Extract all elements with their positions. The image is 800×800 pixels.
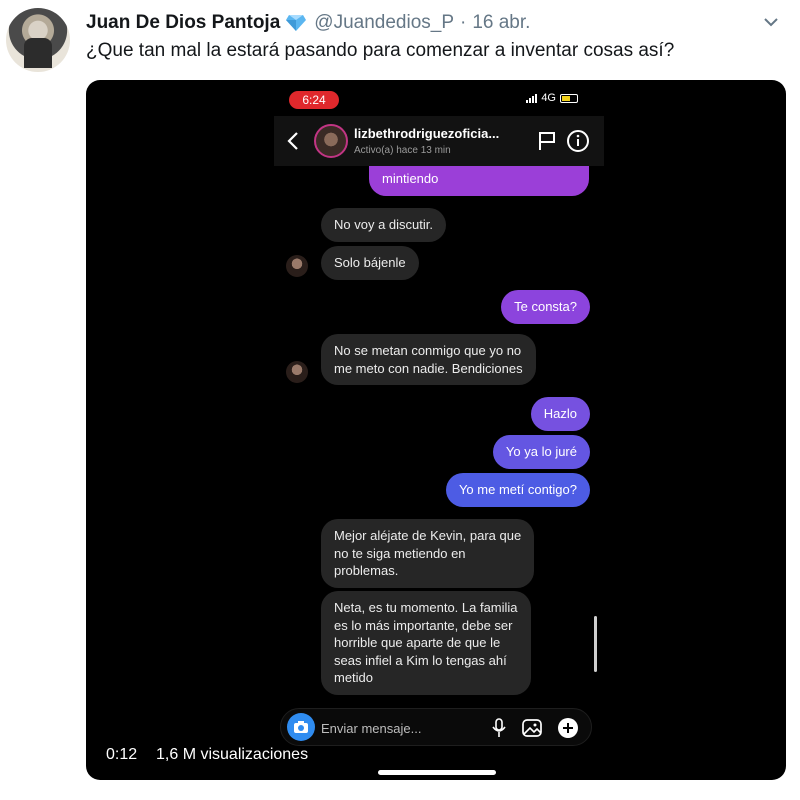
plus-icon[interactable] <box>557 717 579 739</box>
chat-scrollbar[interactable] <box>594 616 597 672</box>
author-handle[interactable]: @Juandedios_P <box>314 12 454 34</box>
back-arrow-icon[interactable] <box>286 130 300 152</box>
tweet: Juan De Dios Pantoja @Juandedios_P · 16 … <box>0 0 800 800</box>
gallery-icon[interactable] <box>521 717 543 739</box>
camera-button[interactable] <box>287 713 315 741</box>
network-label: 4G <box>541 92 556 104</box>
sender-avatar <box>286 361 308 383</box>
message-sent: Hazlo <box>530 397 590 431</box>
message-list: mintiendo No voy a discutir. Solo bájenl… <box>274 166 604 706</box>
message-sent: Yo me metí contigo? <box>445 473 590 507</box>
chat-header: lizbethrodriguezoficia... Activo(a) hace… <box>274 116 604 166</box>
tweet-actions-strip <box>86 790 786 800</box>
tweet-text: ¿Que tan mal la estará pasando para come… <box>86 40 675 61</box>
message-received: Solo bájenle <box>321 246 419 280</box>
camera-icon <box>294 721 308 733</box>
video-views: 1,6 M visualizaciones <box>156 746 309 763</box>
message-received: No voy a discutir. <box>321 208 446 242</box>
author-name[interactable]: Juan De Dios Pantoja <box>86 12 280 34</box>
message-sent: Yo ya lo juré <box>492 435 590 469</box>
phone-screenshot: 6:24 4G lizbethrodriguezoficia... Activo… <box>274 80 604 780</box>
tweet-header: Juan De Dios Pantoja @Juandedios_P · 16 … <box>86 12 530 34</box>
chevron-down-icon[interactable] <box>760 12 782 32</box>
message-received: Neta, es tu momento. La familia es lo má… <box>321 591 531 695</box>
tweet-date[interactable]: 16 abr. <box>472 12 530 34</box>
status-indicators: 4G <box>526 92 578 104</box>
video-timestamp: 0:12 <box>106 746 138 763</box>
status-time: 6:24 <box>289 91 339 109</box>
info-icon[interactable] <box>566 129 590 153</box>
battery-icon <box>560 93 578 103</box>
message-sent: Te consta? <box>501 290 590 324</box>
chat-avatar[interactable] <box>314 124 348 158</box>
message-input[interactable] <box>321 718 481 738</box>
chat-username[interactable]: lizbethrodriguezoficia... <box>354 126 499 141</box>
signal-icon <box>526 93 538 103</box>
verified-icon <box>286 15 307 31</box>
message-received: No se metan conmigo que yo no me meto co… <box>321 334 536 385</box>
sender-avatar <box>286 255 308 277</box>
phone-status-bar: 6:24 4G <box>274 84 604 110</box>
video-player[interactable]: 6:24 4G lizbethrodriguezoficia... Activo… <box>86 80 786 780</box>
author-avatar[interactable] <box>6 8 70 72</box>
chat-activity: Activo(a) hace 13 min <box>354 145 451 156</box>
message-received: Mejor aléjate de Kevin, para que no te s… <box>321 519 535 588</box>
message-composer <box>280 708 592 746</box>
message-sent: mintiendo <box>369 166 589 196</box>
separator-dot: · <box>460 12 467 33</box>
microphone-icon[interactable] <box>491 718 507 738</box>
home-indicator <box>378 770 496 775</box>
flag-icon[interactable] <box>538 131 556 151</box>
